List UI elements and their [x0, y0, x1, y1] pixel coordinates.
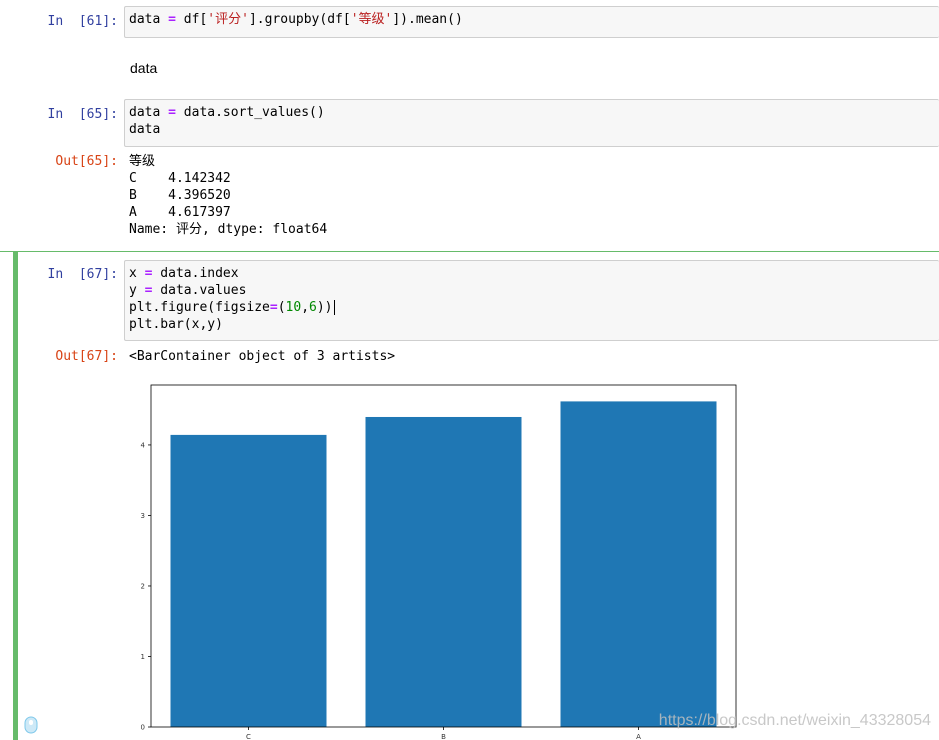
- code-line: y = data.values: [129, 282, 935, 299]
- input-prompt-65: In [65]:: [47, 107, 118, 122]
- code-token: data.index: [152, 266, 239, 281]
- code-line: data = df['评分'].groupby(df['等级']).mean(): [129, 11, 935, 28]
- y-tick-label: 4: [141, 441, 146, 449]
- y-tick-label: 3: [141, 512, 145, 520]
- code-token: (: [277, 300, 286, 315]
- bar-chart-output: C B A 0 1 2 3 4: [129, 378, 749, 740]
- code-token: ]).mean(): [392, 12, 463, 27]
- code-operator: =: [168, 12, 176, 27]
- code-cell-65[interactable]: data = data.sort_values() data: [124, 99, 939, 147]
- output-repr-67: <BarContainer object of 3 artists>: [129, 349, 396, 364]
- code-string: '评分': [207, 12, 249, 27]
- watermark: https://blog.csdn.net/weixin_43328054: [658, 712, 931, 729]
- input-prompt-67: In [67]:: [47, 267, 118, 282]
- x-tick-label: A: [636, 733, 641, 740]
- code-line: plt.figure(figsize=(10,6)): [129, 299, 935, 316]
- code-string: '等级': [350, 12, 393, 27]
- input-prompt-61: In [61]:: [47, 14, 118, 29]
- code-token: )): [316, 300, 333, 315]
- code-number: 6: [309, 300, 317, 315]
- y-tick-label: 2: [141, 582, 145, 590]
- bar-B: [365, 416, 522, 727]
- code-cell-67[interactable]: x = data.index y = data.values plt.figur…: [124, 260, 939, 341]
- text-cursor: [333, 300, 335, 315]
- code-token: ,: [301, 300, 310, 315]
- bar-A: [560, 401, 717, 727]
- markdown-cell[interactable]: data: [130, 60, 157, 76]
- code-operator: =: [269, 300, 278, 315]
- code-token: data.sort_values(): [175, 105, 325, 120]
- code-token: x: [129, 266, 145, 281]
- code-token: data.values: [152, 283, 247, 298]
- output-scroll-icon[interactable]: [24, 716, 38, 734]
- x-tick-label: C: [246, 733, 251, 740]
- code-line: data: [129, 122, 161, 137]
- y-tick-label: 1: [141, 653, 145, 661]
- code-operator: =: [168, 105, 176, 120]
- output-prompt-65: Out[65]:: [55, 154, 118, 169]
- x-tick-label: B: [441, 733, 446, 740]
- code-token: data: [129, 105, 169, 120]
- code-token: plt.figure(figsize: [129, 300, 270, 315]
- output-prompt-67: Out[67]:: [55, 349, 118, 364]
- code-number: 10: [285, 300, 302, 315]
- code-token: data: [129, 12, 169, 27]
- code-line: data = data.sort_values(): [129, 104, 935, 121]
- code-line: x = data.index: [129, 265, 935, 282]
- code-line: plt.bar(x,y): [129, 317, 223, 332]
- code-token: y: [129, 283, 145, 298]
- y-tick-label: 0: [141, 724, 145, 732]
- selected-cell-indicator: [13, 252, 18, 740]
- bar-chart: C B A 0 1 2 3 4: [141, 384, 737, 740]
- notebook-page: In [61]: data = df['评分'].groupby(df['等级'…: [0, 0, 939, 740]
- code-token: ].groupby(df[: [248, 12, 351, 27]
- bar-C: [170, 434, 327, 727]
- code-token: df[: [175, 12, 208, 27]
- code-cell-61[interactable]: data = df['评分'].groupby(df['等级']).mean(): [124, 6, 939, 38]
- output-series-65: 等级 C 4.142342 B 4.396520 A 4.617397 Name…: [129, 154, 328, 237]
